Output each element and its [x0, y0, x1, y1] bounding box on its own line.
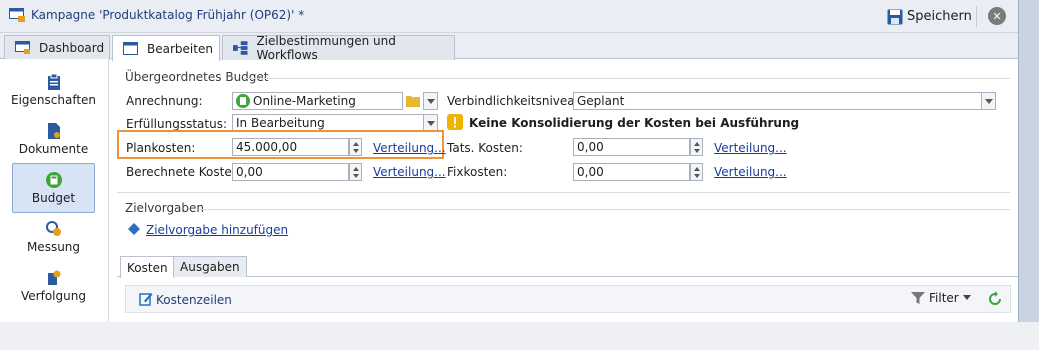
add-zielvorgabe-link[interactable]: Zielvorgabe hinzufügen	[146, 223, 288, 237]
berechnet-verteilung-link[interactable]: Verteilung...	[373, 165, 446, 179]
campaign-editor-window: Kampagne 'Produktkatalog Frühjahr (OP62)…	[0, 0, 1018, 322]
tab-label: Zielbestimmungen und Workflows	[256, 34, 396, 62]
cost-lines-toolbar: Kostenzeilen Filter	[125, 285, 1011, 313]
filter-icon	[911, 292, 925, 304]
dashboard-icon	[15, 41, 30, 54]
sidebar-item-dokumente[interactable]: Dokumente	[12, 114, 95, 164]
fixkosten-label: Fixkosten:	[447, 165, 508, 179]
tab-bar: Dashboard Bearbeiten Zielbestimmungen un…	[0, 33, 1018, 62]
cost-lines-title: Kostenzeilen	[156, 293, 232, 307]
plankosten-label: Plankosten:	[126, 141, 196, 155]
anrechnung-dropdown-button[interactable]	[423, 92, 438, 110]
verbindlichkeit-label: Verbindlichkeitsniveau:	[447, 94, 587, 108]
calculator-icon	[45, 171, 62, 188]
sidebar-item-label: Budget	[31, 190, 76, 205]
tats-verteilung-link[interactable]: Verteilung...	[714, 141, 787, 155]
tats-kosten-stepper[interactable]	[690, 138, 703, 156]
right-panel-edge	[1018, 0, 1039, 322]
berechnete-kosten-label: Berechnete Kosten:	[126, 165, 244, 179]
filter-button[interactable]: Filter	[911, 291, 971, 305]
sidebar: Eigenschaften Dokumente Budget Messung V…	[0, 59, 109, 322]
edit-window-icon	[123, 41, 138, 55]
tracking-icon	[47, 270, 60, 285]
sidebar-item-label: Eigenschaften	[10, 92, 97, 107]
tab-ausgaben[interactable]: Ausgaben	[173, 256, 247, 277]
warning-icon	[447, 114, 463, 130]
sidebar-item-label: Verfolgung	[21, 288, 86, 303]
cost-tabs: Kosten Ausgaben	[117, 256, 1018, 278]
group-title-budget: Übergeordnetes Budget	[125, 70, 269, 84]
berechnete-kosten-input[interactable]: 0,00	[232, 163, 349, 181]
fixkosten-stepper[interactable]	[690, 163, 703, 181]
document-icon	[47, 122, 60, 139]
sidebar-item-verfolgung[interactable]: Verfolgung	[12, 261, 95, 311]
close-icon[interactable]: ✕	[988, 7, 1006, 25]
sidebar-item-messung[interactable]: Messung	[12, 212, 95, 262]
save-button[interactable]: Speichern	[887, 6, 972, 27]
window-title: Kampagne 'Produktkatalog Frühjahr (OP62)…	[31, 8, 305, 22]
edit-list-icon	[139, 293, 153, 306]
group-divider	[244, 78, 1010, 79]
sidebar-item-label: Dokumente	[18, 141, 89, 156]
tab-dashboard[interactable]: Dashboard	[4, 35, 110, 60]
plankosten-verteilung-link[interactable]: Verteilung...	[373, 141, 446, 155]
bottom-background	[0, 322, 1039, 350]
tab-kosten[interactable]: Kosten	[120, 256, 175, 278]
save-button-label: Speichern	[907, 9, 972, 24]
verbindlichkeit-select[interactable]: Geplant	[573, 92, 982, 110]
title-bar: Kampagne 'Produktkatalog Frühjahr (OP62)…	[0, 0, 1018, 33]
group-divider	[199, 209, 1010, 210]
toolbar-divider	[976, 6, 977, 27]
fixkosten-input[interactable]: 0,00	[573, 163, 690, 181]
section-divider	[117, 192, 1010, 193]
chevron-down-icon	[962, 295, 971, 300]
tats-kosten-input[interactable]: 0,00	[573, 138, 690, 156]
budget-panel: Übergeordnetes Budget Anrechnung: Online…	[117, 59, 1018, 322]
erfuellung-label: Erfüllungsstatus:	[126, 117, 228, 131]
anrechnung-field[interactable]: Online-Marketing	[232, 92, 403, 110]
anrechnung-value: Online-Marketing	[253, 94, 356, 108]
clipboard-icon	[47, 73, 60, 90]
fix-verteilung-link[interactable]: Verteilung...	[714, 165, 787, 179]
tab-bearbeiten[interactable]: Bearbeiten	[112, 35, 220, 61]
berechnete-kosten-stepper[interactable]	[349, 163, 362, 181]
group-title-zielvorgaben: Zielvorgaben	[125, 201, 205, 215]
measure-icon	[45, 220, 61, 236]
verbindlichkeit-dropdown-button[interactable]	[981, 92, 996, 110]
sidebar-item-budget[interactable]: Budget	[12, 163, 95, 213]
workflow-icon	[233, 41, 248, 55]
add-target-icon	[128, 223, 140, 235]
tats-kosten-label: Tats. Kosten:	[447, 141, 523, 155]
filter-label: Filter	[929, 291, 959, 305]
folder-icon[interactable]	[406, 94, 420, 107]
campaign-icon	[9, 8, 26, 23]
tab-zielbestimmungen-workflows[interactable]: Zielbestimmungen und Workflows	[222, 34, 455, 62]
plankosten-input[interactable]: 45.000,00	[232, 138, 349, 156]
plankosten-stepper[interactable]	[349, 138, 362, 156]
anrechnung-label: Anrechnung:	[126, 94, 203, 108]
warning-text: Keine Konsolidierung der Kosten bei Ausf…	[469, 116, 800, 130]
tab-label: Dashboard	[39, 41, 105, 55]
tab-label: Bearbeiten	[147, 41, 213, 56]
sidebar-item-eigenschaften[interactable]: Eigenschaften	[10, 65, 97, 115]
floppy-disk-icon	[887, 9, 903, 24]
sidebar-item-label: Messung	[26, 239, 81, 254]
calculator-icon	[236, 94, 250, 108]
refresh-icon[interactable]	[987, 291, 1003, 307]
